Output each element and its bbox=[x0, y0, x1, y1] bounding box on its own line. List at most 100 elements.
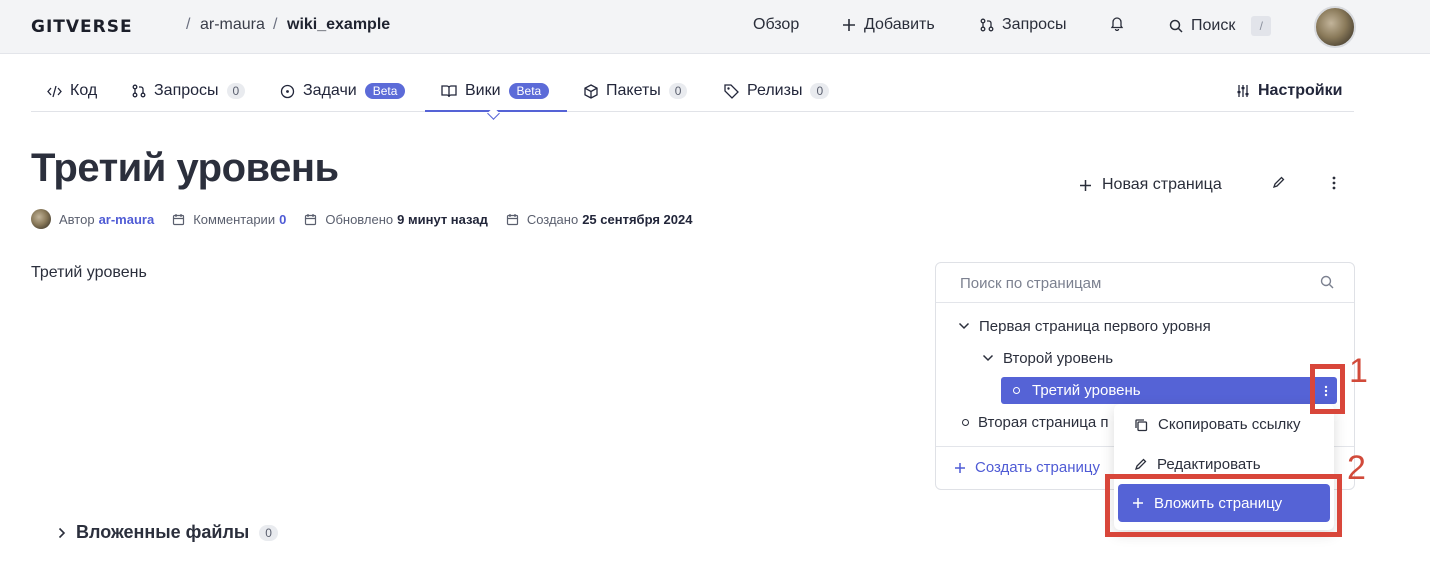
page-meta: Автор ar-maura Комментарии 0 Обновлено 9… bbox=[31, 209, 710, 229]
chevron-right-icon bbox=[58, 527, 66, 538]
tab-settings-label: Настройки bbox=[1258, 82, 1343, 99]
tab-code-label: Код bbox=[70, 82, 98, 99]
nav-add-label: Добавить bbox=[864, 16, 935, 33]
copy-icon bbox=[1135, 418, 1148, 431]
tab-wiki-beta-badge: Beta bbox=[508, 83, 550, 99]
tree-item-label: Второй уровень bbox=[1003, 349, 1114, 367]
more-vertical-icon bbox=[1332, 176, 1336, 190]
attachments-count: 0 bbox=[259, 524, 278, 541]
plus-icon bbox=[843, 19, 855, 31]
nav-requests[interactable]: Запросы bbox=[980, 16, 1067, 34]
tab-tasks-label: Задачи bbox=[303, 82, 357, 99]
meta-author-link[interactable]: ar-maura bbox=[99, 212, 155, 227]
pencil-icon bbox=[1272, 176, 1285, 189]
meta-updated-value: 9 минут назад bbox=[397, 211, 488, 227]
annotation-number-2: 2 bbox=[1347, 449, 1366, 487]
tag-icon bbox=[724, 83, 739, 99]
tree-item-first-page[interactable]: Первая страница первого уровня bbox=[958, 315, 1211, 337]
tree-item-label: Первая страница первого уровня bbox=[979, 317, 1211, 335]
breadcrumb-separator: / bbox=[186, 16, 191, 33]
new-page-button[interactable]: Новая страница bbox=[1079, 176, 1222, 194]
menu-copy-link-label: Скопировать ссылку bbox=[1158, 416, 1301, 433]
bell-icon bbox=[1110, 17, 1124, 31]
tab-tasks[interactable]: Задачи Beta bbox=[280, 80, 406, 102]
breadcrumb-separator: / bbox=[273, 16, 278, 33]
tree-item-third-level-active[interactable]: Третий уровень bbox=[1001, 377, 1337, 404]
page-body: Третий уровень bbox=[31, 264, 147, 281]
search-icon[interactable] bbox=[1320, 275, 1334, 289]
author-avatar bbox=[31, 209, 51, 229]
pull-request-icon bbox=[132, 84, 146, 98]
tab-requests[interactable]: Запросы 0 bbox=[132, 80, 246, 102]
meta-created: Создано 25 сентября 2024 bbox=[506, 211, 692, 227]
tree-item-label: Третий уровень bbox=[1032, 382, 1141, 399]
tab-tasks-beta-badge: Beta bbox=[364, 83, 406, 99]
calendar-icon bbox=[305, 213, 317, 225]
nav-search-label: Поиск bbox=[1191, 17, 1236, 34]
meta-updated: Обновлено 9 минут назад bbox=[304, 212, 488, 227]
chevron-down-icon[interactable] bbox=[982, 354, 994, 362]
page-search-input[interactable] bbox=[950, 271, 1310, 295]
code-icon bbox=[47, 85, 62, 97]
new-page-label: Новая страница bbox=[1102, 176, 1222, 193]
create-page-link[interactable]: Создать страницу bbox=[954, 459, 1100, 476]
tab-settings[interactable]: Настройки bbox=[1236, 80, 1342, 102]
tab-packages[interactable]: Пакеты 0 bbox=[584, 80, 688, 102]
tab-packages-label: Пакеты bbox=[606, 82, 661, 99]
pencil-icon bbox=[1134, 458, 1147, 471]
tab-code[interactable]: Код bbox=[47, 80, 97, 102]
edit-page-button[interactable] bbox=[1272, 176, 1285, 189]
tab-releases[interactable]: Релизы 0 bbox=[724, 80, 830, 102]
nav-overview-label: Обзор bbox=[753, 16, 800, 33]
meta-comments-label: Комментарии bbox=[193, 211, 276, 227]
annotation-box-2 bbox=[1105, 474, 1342, 537]
menu-edit[interactable]: Редактировать bbox=[1134, 456, 1261, 473]
meta-comments-count[interactable]: 0 bbox=[279, 212, 286, 227]
issue-circle-icon bbox=[280, 84, 295, 98]
tab-wiki-label: Вики bbox=[465, 82, 501, 99]
active-tab-indicator bbox=[425, 110, 567, 112]
notifications-button[interactable] bbox=[1110, 16, 1124, 31]
top-bar: GITVERSE / ar-maura / wiki_example Обзор… bbox=[0, 0, 1430, 54]
plus-icon bbox=[1080, 179, 1091, 191]
nav-add-button[interactable]: Добавить bbox=[842, 16, 935, 34]
tab-wiki[interactable]: Вики Beta bbox=[441, 80, 550, 102]
annotation-number-1: 1 bbox=[1349, 352, 1368, 390]
logo[interactable]: GITVERSE bbox=[31, 17, 133, 37]
book-icon bbox=[441, 85, 457, 98]
settings-sliders-icon bbox=[1237, 85, 1249, 97]
breadcrumb-owner[interactable]: ar-maura bbox=[200, 16, 265, 34]
meta-author: Автор ar-maura bbox=[31, 209, 154, 229]
page-search bbox=[936, 263, 1354, 303]
attachments-section[interactable]: Вложенные файлы 0 bbox=[58, 522, 278, 543]
attachments-label: Вложенные файлы bbox=[76, 522, 250, 542]
tab-requests-count: 0 bbox=[226, 83, 246, 99]
search-shortcut-key: / bbox=[1251, 16, 1272, 36]
chevron-down-icon[interactable] bbox=[958, 322, 970, 330]
meta-created-label: Создано bbox=[526, 211, 579, 227]
tree-item-second-level[interactable]: Второй уровень bbox=[982, 347, 1113, 369]
meta-author-label: Автор bbox=[59, 211, 95, 227]
user-avatar[interactable] bbox=[1314, 6, 1356, 48]
tab-requests-label: Запросы bbox=[154, 82, 219, 99]
create-page-label: Создать страницу bbox=[975, 459, 1100, 476]
menu-edit-label: Редактировать bbox=[1157, 456, 1261, 473]
page-more-button[interactable] bbox=[1331, 176, 1337, 190]
tree-item-label: Вторая страница п bbox=[978, 413, 1109, 431]
nav-requests-label: Запросы bbox=[1002, 16, 1067, 33]
meta-comments: Комментарии 0 bbox=[172, 212, 286, 227]
menu-copy-link[interactable]: Скопировать ссылку bbox=[1134, 416, 1301, 433]
repo-tabs: Код Запросы 0 Задачи Beta Вики Beta Паке… bbox=[31, 70, 1354, 112]
tab-packages-count: 0 bbox=[668, 83, 688, 99]
nav-search-button[interactable]: Поиск / bbox=[1169, 16, 1272, 36]
meta-updated-label: Обновлено bbox=[325, 211, 394, 227]
tab-releases-label: Релизы bbox=[747, 82, 803, 99]
calendar-icon bbox=[173, 213, 185, 225]
nav-overview[interactable]: Обзор bbox=[753, 16, 799, 34]
bullet-icon bbox=[962, 418, 969, 426]
tree-item-second-page[interactable]: Вторая страница п bbox=[962, 411, 1108, 433]
plus-icon bbox=[955, 462, 965, 473]
search-icon bbox=[1169, 19, 1183, 33]
bullet-icon bbox=[1013, 387, 1020, 394]
breadcrumb-repo[interactable]: wiki_example bbox=[287, 16, 390, 34]
